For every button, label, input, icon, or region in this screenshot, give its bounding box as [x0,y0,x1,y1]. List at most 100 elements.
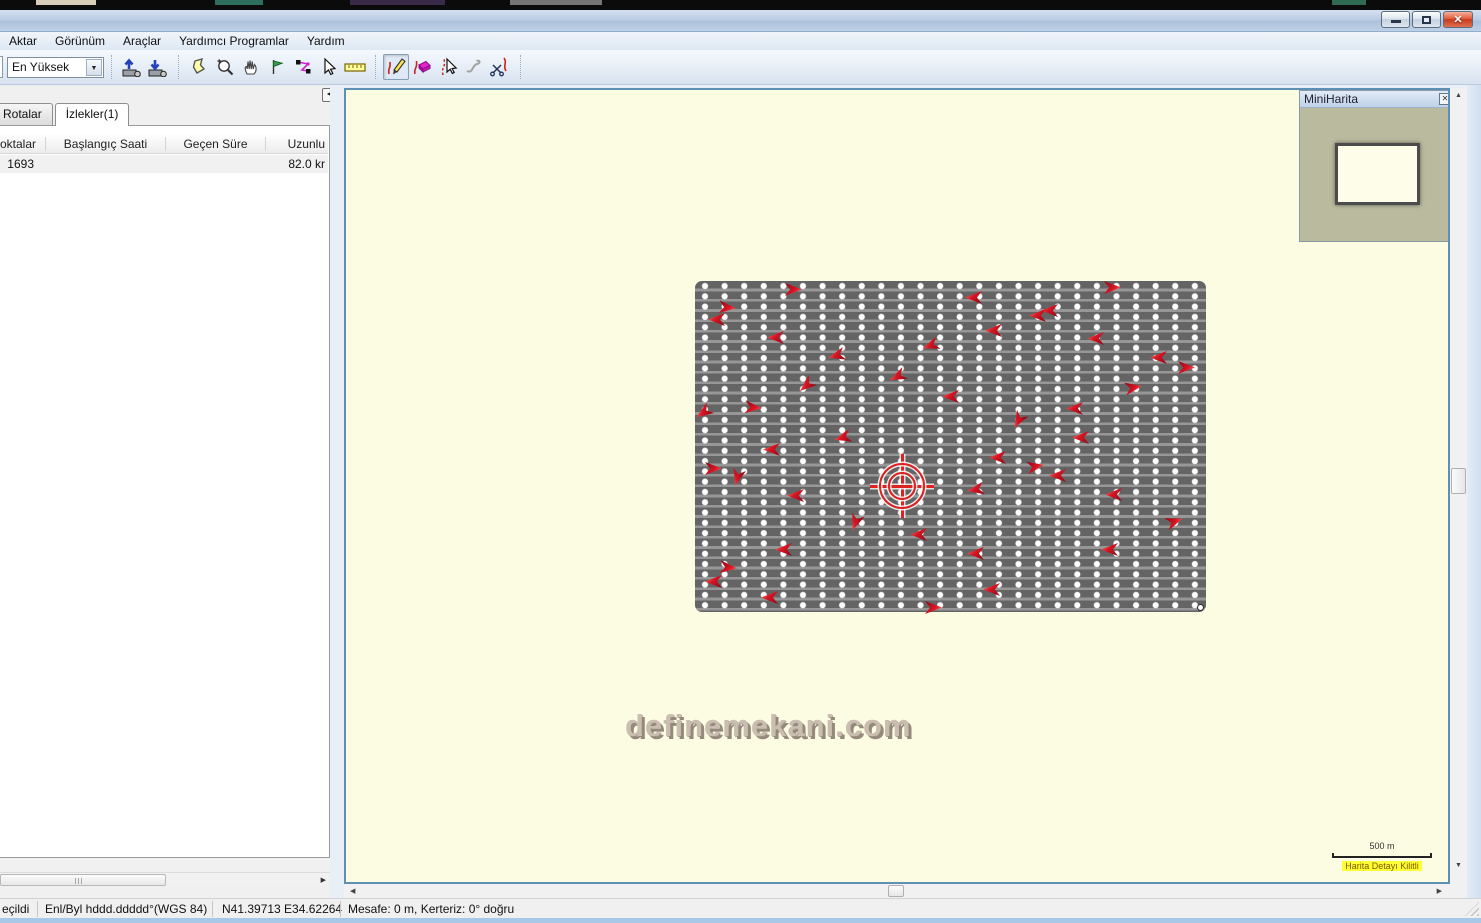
map-scale: 500 m Harita Detayı Kilitli [1332,841,1432,872]
status-separator [212,901,213,917]
waypoint-flag-icon [267,57,287,77]
background-window-fragment [215,0,263,5]
background-window-fragment [36,0,96,5]
toolbar-separator [178,55,179,79]
cutoff-toolbar-control [0,56,3,78]
maximize-button[interactable] [1412,11,1441,28]
menu-item-aktar[interactable]: Aktar [0,32,46,50]
tab-rotalar[interactable]: Rotalar [0,103,53,125]
tab-i-zlekler-1[interactable]: İzlekler(1) [55,103,130,126]
scrollbar-thumb[interactable] [0,874,166,886]
measure-ruler-icon [343,57,367,77]
table-cell: 82.0 kr [266,157,328,171]
window-right-edge [1467,85,1481,898]
track-endpoint-marker [1197,604,1204,611]
scale-label: 500 m [1332,841,1432,851]
track-select-tool-button[interactable] [435,54,461,80]
measure-tool-button[interactable] [342,54,368,80]
zoom-icon [215,57,235,77]
track-list: oktalarBaşlangıç SaatiGeçen SüreUzunlu 1… [0,125,330,858]
scrollbar-thumb[interactable] [1451,468,1466,494]
application-window: ✕ AktarGörünümAraçlarYardımcı Programlar… [0,0,1481,923]
scroll-down-arrow-icon[interactable]: ▼ [1450,862,1467,869]
receive-from-device-button[interactable] [145,54,171,80]
panel-splitter[interactable] [330,86,344,898]
map-detail-lock-badge: Harita Detayı Kilitli [1342,861,1422,871]
scroll-up-arrow-icon[interactable]: ▲ [1450,92,1467,99]
minimize-icon [1391,20,1401,23]
pan-tool-button[interactable] [238,54,264,80]
track-draw-tool-button[interactable] [383,54,409,80]
scale-bar [1332,853,1432,858]
screen-top-strip [0,0,1481,10]
resize-grip-icon[interactable] [1465,902,1479,916]
track-join-tool-button[interactable] [461,54,487,80]
track-erase-tool-button[interactable] [409,54,435,80]
scroll-right-arrow-icon[interactable]: ▶ [1437,887,1442,895]
receive-from-device-icon [147,57,169,77]
chevron-down-icon[interactable]: ▼ [86,59,102,76]
status-field-2: N41.39713 E34.62264 [222,901,342,917]
tracks-panel: ◄ Rotalarİzlekler(1) oktalarBaşlangıç Sa… [0,86,330,898]
column-header-ba-lang-saati[interactable]: Başlangıç Saati [46,137,166,151]
minimap-viewport-rect[interactable] [1335,143,1420,205]
route-tool-button[interactable] [290,54,316,80]
status-field-1: Enl/Byl hddd.ddddd°(WGS 84) [45,901,207,917]
status-separator [37,901,38,917]
background-window-fragment [350,0,445,5]
status-field-3: Mesafe: 0 m, Kerteriz: 0° doğru [348,901,514,917]
window-controls: ✕ [1381,11,1473,28]
selection-arrow-icon [319,57,339,77]
map-vertical-scrollbar[interactable]: ▲ ▼ [1450,88,1467,884]
toolbar: En Yüksek ▼ [0,50,1481,85]
pan-hand-icon [241,57,261,77]
background-window-fragment [1332,0,1366,5]
send-to-device-button[interactable] [119,54,145,80]
track-cut-icon [489,56,511,78]
track-cut-tool-button[interactable] [487,54,513,80]
scrollbar-corner [1450,884,1467,898]
minimap-titlebar[interactable]: MiniHarita ✕ [1300,91,1450,108]
status-separator [340,901,341,917]
scroll-right-arrow-icon[interactable]: ▶ [321,876,326,884]
map-select-tool-button[interactable] [186,54,212,80]
close-button[interactable]: ✕ [1443,11,1473,28]
toolbar-separator [520,55,521,79]
minimap-close-button[interactable]: ✕ [1439,93,1450,105]
toolbar-separator [375,55,376,79]
menu-item-ara-lar[interactable]: Araçlar [114,32,170,50]
background-window-fragment [510,0,602,5]
table-header-row: oktalarBaşlangıç SaatiGeçen SüreUzunlu [0,134,328,154]
column-header-ge-en-s-re[interactable]: Geçen Süre [166,137,266,151]
map-horizontal-scrollbar[interactable]: ◀ ▶ [344,884,1450,898]
route-tool-icon [293,57,313,77]
watermark-text: definemekani.com [625,708,911,744]
column-header-uzunlu[interactable]: Uzunlu [266,137,328,151]
menu-item-yard-m[interactable]: Yardım [298,32,354,50]
minimap-title: MiniHarita [1304,92,1358,106]
zoom-tool-button[interactable] [212,54,238,80]
scroll-left-arrow-icon[interactable]: ◀ [350,887,355,895]
minimize-button[interactable] [1381,11,1410,28]
status-field-0: eçildi [2,901,29,917]
selection-tool-button[interactable] [316,54,342,80]
panel-tabs: Rotalarİzlekler(1) [0,103,131,125]
menu-item-yard-mc-programlar[interactable]: Yardımcı Programlar [170,32,298,50]
window-bottom-edge [0,918,1481,923]
column-header-oktalar[interactable]: oktalar [0,137,46,151]
track-select-icon [437,56,459,78]
title-bar[interactable]: ✕ [0,10,1481,32]
panel-horizontal-scrollbar[interactable]: ▶ [0,872,330,886]
scrollbar-thumb[interactable] [888,885,904,897]
waypoint-tool-button[interactable] [264,54,290,80]
minimap-panel[interactable]: MiniHarita ✕ [1299,90,1450,242]
menu-item-g-r-n-m[interactable]: Görünüm [46,32,114,50]
detail-level-dropdown[interactable]: En Yüksek ▼ [7,57,104,78]
map-canvas[interactable]: definemekani.com MiniHarita ✕ 500 m Hari… [344,88,1450,884]
table-cell: 1693 [0,157,46,171]
table-row[interactable]: 1693 82.0 kr [0,155,328,173]
status-bar: eçildi Enl/Byl hddd.ddddd°(WGS 84) N41.397… [0,898,1481,918]
map-select-icon [189,57,209,77]
detail-level-value: En Yüksek [12,60,69,74]
track-erase-icon [411,56,433,78]
